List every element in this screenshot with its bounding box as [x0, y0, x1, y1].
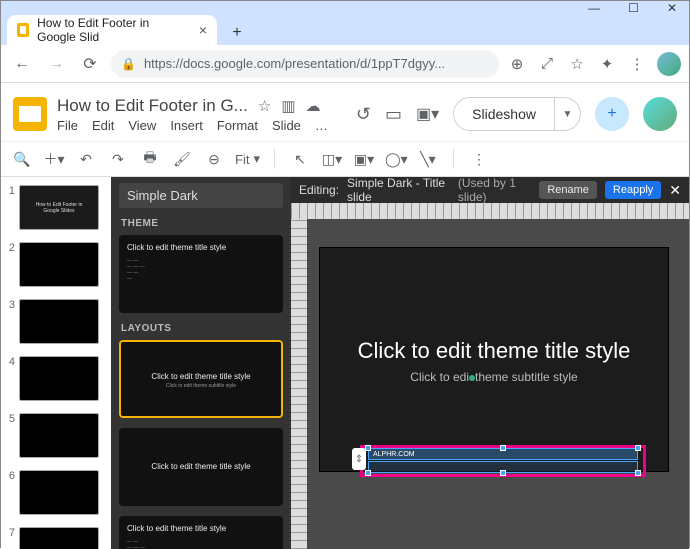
slide-thumb-5[interactable]	[19, 413, 99, 458]
slide-canvas[interactable]: Click to edit theme title style Click to…	[319, 247, 669, 472]
tab-close-icon[interactable]: ×	[199, 22, 207, 38]
bookmark-star-icon[interactable]: ☆	[567, 54, 587, 74]
line-tool-icon[interactable]: ╲▾	[417, 151, 439, 168]
tool-toolbar: 🔍 ＋▾ ↶ ↷ 🖶 🖌 ⊖ Fit ▾ ↖ ◫▾ ▣▾ ◯▾ ╲▾ ⋮	[1, 141, 689, 177]
workspace: 1 2 3 4 5 6 7 Simple Dark THEME Click to…	[1, 177, 689, 549]
ruler-vertical[interactable]	[291, 219, 307, 549]
paint-format-icon[interactable]: 🖌	[171, 151, 193, 168]
menu-more[interactable]: …	[315, 118, 328, 133]
app-header: How to Edit Footer in G... ☆ ▥ ☁ File Ed…	[1, 83, 689, 141]
slideshow-button[interactable]: Slideshow	[453, 97, 555, 131]
account-avatar[interactable]	[643, 97, 677, 131]
close-theme-editor-icon[interactable]: ✕	[669, 182, 681, 199]
maximize-button[interactable]: ☐	[628, 1, 639, 15]
zoom-icon[interactable]: ⤢	[537, 54, 557, 74]
nav-back-button[interactable]: ←	[9, 51, 35, 77]
theme-name[interactable]: Simple Dark	[119, 183, 283, 208]
resize-handle-icon[interactable]	[365, 470, 371, 476]
tab-title: How to Edit Footer in Google Slid	[37, 16, 191, 44]
slide-thumb-4[interactable]	[19, 356, 99, 401]
resize-handle-icon[interactable]	[635, 470, 641, 476]
redo-icon[interactable]: ↷	[107, 151, 129, 168]
zoom-out-icon[interactable]: ⊖	[203, 151, 225, 168]
layout-thumb-3[interactable]: Click to edit theme title style — —— — —…	[119, 516, 283, 549]
shape-tool-icon[interactable]: ◯▾	[385, 151, 407, 168]
footer-slide-number-placeholder[interactable]	[368, 461, 638, 473]
rename-layout-button[interactable]: Rename	[539, 181, 597, 199]
slide-thumb-3[interactable]	[19, 299, 99, 344]
chrome-tabstrip: How to Edit Footer in Google Slid × +	[1, 15, 689, 45]
reapply-layout-button[interactable]: Reapply	[605, 181, 661, 199]
undo-icon[interactable]: ↶	[75, 151, 97, 168]
slide-subtitle-placeholder[interactable]: Click to editheme subtitle style	[320, 370, 668, 384]
slides-logo-icon[interactable]	[13, 97, 47, 131]
editing-info-bar: Editing: Simple Dark - Title slide (Used…	[291, 177, 689, 203]
slide-thumb-7[interactable]	[19, 527, 99, 549]
footer-text-placeholder[interactable]: ALPHR.COM	[368, 448, 638, 460]
lock-icon: 🔒	[121, 57, 136, 71]
canvas-area: Editing: Simple Dark - Title slide (Used…	[291, 177, 689, 549]
slides-favicon-icon	[17, 23, 29, 37]
ruler-horizontal[interactable]	[291, 203, 689, 219]
print-icon[interactable]: 🖶	[139, 147, 161, 171]
zoom-select[interactable]: Fit ▾	[235, 151, 260, 167]
menu-bar: File Edit View Insert Format Slide …	[57, 118, 328, 133]
layout-thumb-title-slide[interactable]: Click to edit theme title style Click to…	[119, 340, 283, 418]
slideshow-dropdown[interactable]: ▼	[555, 97, 581, 131]
textbox-tool-icon[interactable]: ◫▾	[321, 151, 343, 168]
address-bar[interactable]: 🔒 https://docs.google.com/presentation/d…	[111, 50, 499, 78]
drag-grip-icon[interactable]: ⇕	[352, 448, 366, 470]
chrome-profile-avatar[interactable]	[657, 52, 681, 76]
menu-insert[interactable]: Insert	[170, 118, 203, 133]
share-button[interactable]: +	[595, 97, 629, 131]
editing-prefix: Editing:	[299, 183, 339, 197]
menu-slide[interactable]: Slide	[272, 118, 301, 133]
window-controls: — ☐ ✕	[1, 1, 689, 15]
menu-edit[interactable]: Edit	[92, 118, 114, 133]
slide-thumbnail-panel: 1 2 3 4 5 6 7	[1, 177, 111, 549]
url-text: https://docs.google.com/presentation/d/1…	[144, 56, 445, 71]
cloud-status-icon[interactable]: ☁	[306, 97, 321, 115]
more-tools-icon[interactable]: ⋮	[468, 151, 490, 168]
section-theme-label: THEME	[121, 218, 281, 229]
browser-toolbar: ← → ⟳ 🔒 https://docs.google.com/presenta…	[1, 45, 689, 83]
section-layouts-label: LAYOUTS	[121, 323, 281, 334]
extensions-puzzle-icon[interactable]: ✦	[597, 54, 617, 74]
layout-thumb-2[interactable]: Click to edit theme title style	[119, 428, 283, 506]
move-doc-icon[interactable]: ▥	[281, 97, 295, 115]
search-tool-icon[interactable]: 🔍	[11, 151, 33, 168]
editing-layout-name: Simple Dark - Title slide	[347, 177, 450, 204]
menu-file[interactable]: File	[57, 118, 78, 133]
slide-thumb-6[interactable]	[19, 470, 99, 515]
slide-title-placeholder[interactable]: Click to edit theme title style	[320, 338, 668, 364]
browser-tab[interactable]: How to Edit Footer in Google Slid ×	[7, 15, 217, 45]
theme-builder-panel: Simple Dark THEME Click to edit theme ti…	[111, 177, 291, 549]
editing-usage: (Used by 1 slide)	[458, 177, 531, 204]
history-icon[interactable]: ↺	[356, 104, 371, 125]
footer-text: ALPHR.COM	[373, 451, 415, 458]
menu-format[interactable]: Format	[217, 118, 258, 133]
image-tool-icon[interactable]: ▣▾	[353, 151, 375, 168]
master-theme-thumb[interactable]: Click to edit theme title style — —— — —…	[119, 235, 283, 313]
resize-handle-icon[interactable]	[500, 445, 506, 451]
comments-icon[interactable]: ▭	[385, 104, 402, 125]
nav-reload-button[interactable]: ⟳	[77, 51, 103, 77]
close-window-button[interactable]: ✕	[667, 1, 677, 15]
chrome-menu-icon[interactable]: ⋮	[627, 54, 647, 74]
resize-handle-icon[interactable]	[500, 470, 506, 476]
nav-forward-button[interactable]: →	[43, 51, 69, 77]
new-slide-icon[interactable]: ＋▾	[43, 149, 65, 169]
select-tool-icon[interactable]: ↖	[289, 151, 311, 168]
menu-view[interactable]: View	[128, 118, 156, 133]
present-camera-icon[interactable]: ▣▾	[416, 104, 439, 124]
new-tab-button[interactable]: +	[225, 21, 249, 45]
slide-thumb-1[interactable]	[19, 185, 99, 230]
resize-handle-icon[interactable]	[635, 445, 641, 451]
star-doc-icon[interactable]: ☆	[258, 97, 271, 115]
minimize-button[interactable]: —	[588, 1, 600, 15]
search-page-icon[interactable]: ⊕	[507, 54, 527, 74]
slide-thumb-2[interactable]	[19, 242, 99, 287]
document-title[interactable]: How to Edit Footer in G...	[57, 96, 248, 116]
